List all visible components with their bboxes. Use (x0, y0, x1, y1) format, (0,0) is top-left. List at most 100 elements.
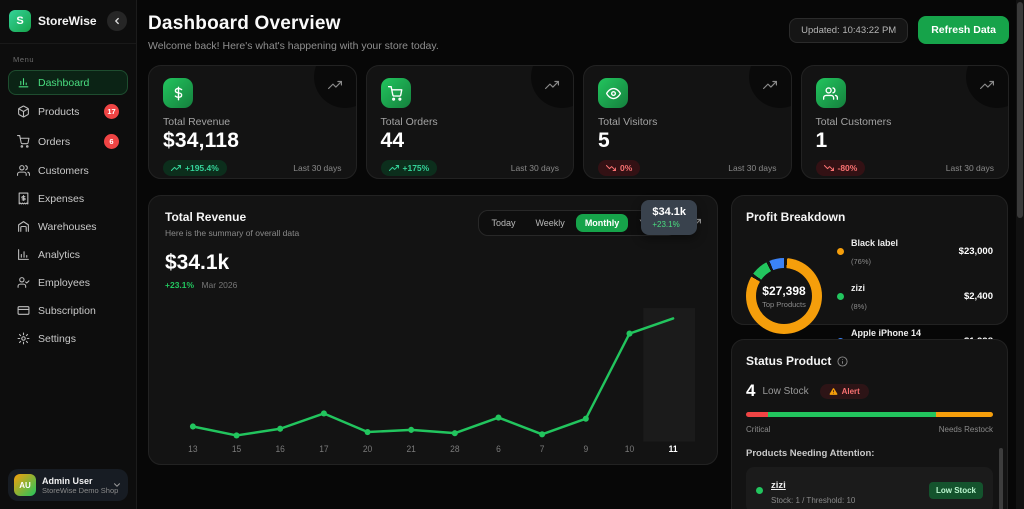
revenue-change: +23.1% (165, 280, 195, 290)
change-badge: 0% (598, 160, 641, 176)
stat-card-customers: Total Customers 1 -80% Last 30 days (800, 65, 1009, 179)
orders-count-badge: 6 (104, 134, 119, 149)
svg-text:7: 7 (540, 444, 545, 454)
page-subtitle: Welcome back! Here's what's happening wi… (148, 40, 439, 52)
user-check-icon (17, 276, 30, 289)
revenue-header-text: Total Revenue Here is the summary of ove… (165, 210, 299, 238)
updated-timestamp: Updated: 10:43:22 PM (789, 17, 909, 43)
legend-value: $23,000 (958, 245, 993, 257)
tab-today[interactable]: Today (482, 214, 524, 232)
gear-icon (17, 332, 30, 345)
alert-label: Alert (841, 386, 860, 396)
revenue-line-chart[interactable]: 13 15 16 17 20 21 28 6 7 9 10 11 (163, 302, 707, 458)
change-value: +175% (402, 163, 430, 173)
stat-label: Total Visitors (598, 116, 658, 128)
change-value: -80% (837, 163, 858, 173)
legend-dot (837, 247, 844, 255)
receipt-icon (17, 192, 30, 205)
stats-row: Total Revenue $34,118 +195.4% Last 30 da… (148, 65, 1009, 179)
content-row: Total Revenue Here is the summary of ove… (148, 195, 1009, 509)
revenue-chart-subtitle: Here is the summary of overall data (165, 228, 300, 238)
sidebar-item-products[interactable]: Products 17 (8, 98, 128, 125)
legend-dot (837, 292, 844, 300)
stat-value: 44 (380, 129, 405, 152)
stat-label: Total Orders (380, 116, 438, 128)
revenue-chart-title: Total Revenue (165, 210, 247, 224)
sidebar-header: S StoreWise (0, 0, 136, 44)
sidebar-item-expenses[interactable]: Expenses (8, 186, 128, 211)
sidebar-item-dashboard[interactable]: Dashboard (8, 70, 128, 95)
attention-product-row[interactable]: zizi Stock: 1 / Threshold: 10 Low Stock (746, 467, 993, 509)
donut-center-label: Top Products (762, 299, 806, 309)
header-actions: Updated: 10:43:22 PM Refresh Data (789, 16, 1009, 44)
shopping-cart-icon (380, 78, 411, 108)
list-scrollbar-thumb[interactable] (999, 448, 1003, 509)
trending-up-icon (388, 165, 399, 171)
status-product-card: Status Product 4 Low Stock Alert Critica… (731, 339, 1008, 509)
svg-text:15: 15 (232, 444, 242, 454)
stat-label: Total Revenue (163, 116, 231, 128)
trending-up-icon (762, 78, 777, 92)
sidebar-item-employees[interactable]: Employees (8, 270, 128, 295)
sidebar-item-warehouses[interactable]: Warehouses (8, 214, 128, 239)
bar-label-critical: Critical (746, 425, 771, 434)
sidebar-item-label: Expenses (38, 192, 85, 205)
stat-card-visitors: Total Visitors 5 0% Last 30 days (583, 65, 792, 179)
trending-up-icon (545, 78, 559, 92)
logo-letter: S (16, 15, 24, 27)
chevron-down-icon (113, 483, 121, 487)
stat-card-revenue: Total Revenue $34,118 +195.4% Last 30 da… (148, 65, 357, 179)
user-menu[interactable]: AU Admin User StoreWise Demo Shop (8, 469, 128, 501)
svg-text:11: 11 (669, 444, 678, 454)
page-scrollbar-thumb[interactable] (1017, 2, 1023, 218)
stock-status-dot (756, 486, 763, 494)
sidebar-item-label: Orders (38, 135, 71, 148)
legend-name: Black label (851, 238, 899, 248)
change-badge: +195.4% (163, 160, 227, 176)
sidebar-item-analytics[interactable]: Analytics (8, 242, 128, 267)
svg-text:17: 17 (319, 444, 329, 454)
svg-text:28: 28 (450, 444, 460, 454)
profit-donut-chart: $27,398 Top Products (746, 258, 822, 334)
sidebar-item-label: Subscription (38, 304, 96, 317)
svg-text:9: 9 (583, 444, 588, 454)
sidebar-item-subscription[interactable]: Subscription (8, 298, 128, 323)
user-name: Admin User (42, 475, 93, 486)
trending-down-icon (823, 165, 834, 171)
tab-weekly[interactable]: Weekly (526, 214, 573, 232)
svg-text:21: 21 (406, 444, 416, 454)
trending-up-icon (980, 78, 994, 92)
info-icon (837, 355, 848, 367)
legend-percent: (76%) (851, 257, 872, 266)
app-window: S StoreWise Menu Dashboard Products 17 O… (0, 0, 1024, 509)
change-badge: -80% (815, 160, 866, 176)
credit-card-icon (17, 304, 30, 317)
profit-breakdown-card: Profit Breakdown $27,398 Top Products Bl… (731, 195, 1008, 356)
bar-chart-icon (17, 76, 30, 89)
svg-text:6: 6 (496, 444, 501, 454)
product-name-link[interactable]: zizi (771, 480, 786, 491)
dollar-icon (163, 78, 193, 108)
tooltip-value: $34.1k (652, 206, 686, 218)
sidebar-item-settings[interactable]: Settings (8, 326, 128, 351)
legend-item: Black label (76%) $23,000 (837, 233, 993, 269)
revenue-period: Mar 2026 (201, 280, 238, 290)
sidebar-item-orders[interactable]: Orders 6 (8, 128, 128, 155)
sidebar-collapse-button[interactable] (107, 11, 127, 31)
page-scrollbar[interactable] (1016, 0, 1024, 509)
tab-monthly[interactable]: Monthly (575, 214, 629, 232)
low-stock-count: 4 (746, 381, 756, 400)
chart-tooltip: $34.1k +23.1% (641, 200, 697, 235)
change-badge: +175% (380, 160, 438, 176)
legend-percent: (8%) (851, 302, 867, 311)
low-stock-label: Low Stock (762, 385, 809, 397)
user-meta: Admin User StoreWise Demo Shop (42, 475, 118, 495)
refresh-data-button[interactable]: Refresh Data (918, 16, 1009, 44)
right-column: Profit Breakdown $27,398 Top Products Bl… (731, 195, 1008, 509)
menu-section-label: Menu (13, 55, 35, 64)
stat-value: 1 (815, 129, 828, 152)
sidebar-item-customers[interactable]: Customers (8, 158, 128, 183)
eye-icon (598, 78, 628, 108)
svg-text:10: 10 (625, 444, 635, 454)
legend-name: Apple iPhone 14 (851, 328, 922, 338)
